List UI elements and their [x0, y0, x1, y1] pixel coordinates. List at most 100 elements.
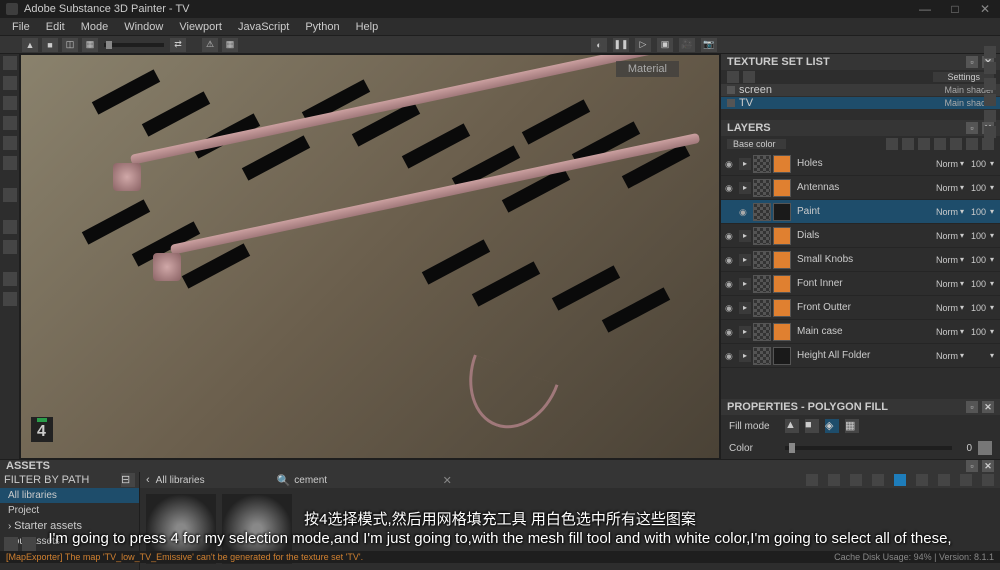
fill-triangle-icon[interactable]: ▲ [785, 419, 799, 433]
filter-texture-icon[interactable] [850, 474, 862, 486]
menu-viewport[interactable]: Viewport [171, 21, 230, 33]
filter-material-icon[interactable] [806, 474, 818, 486]
layer-thumbnail[interactable] [773, 275, 791, 293]
paint-tool-icon[interactable] [3, 56, 17, 70]
folder-icon[interactable]: ▸ [739, 350, 751, 362]
viewport-mode-label[interactable]: Material [616, 61, 679, 77]
layer-thumbnail[interactable] [773, 155, 791, 173]
filter-filter-icon[interactable] [872, 474, 884, 486]
blend-mode[interactable]: Norm [922, 327, 958, 337]
camera-icon[interactable]: 🎥 [679, 38, 695, 52]
blend-mode[interactable]: Norm [922, 303, 958, 313]
filter-procedural-icon[interactable] [938, 474, 950, 486]
blend-mode[interactable]: Norm [922, 183, 958, 193]
mask-thumbnail[interactable] [753, 347, 771, 365]
solo-icon[interactable] [727, 71, 739, 83]
visibility-icon[interactable] [725, 158, 737, 170]
layer-name[interactable]: Paint [793, 206, 922, 217]
polyfill-tool-icon[interactable] [3, 116, 17, 130]
mask-icon[interactable] [902, 138, 914, 150]
visibility-icon[interactable] [725, 278, 737, 290]
tool-mirror-icon[interactable]: ⇄ [170, 38, 186, 52]
visibility-icon[interactable] [725, 182, 737, 194]
filter-smart-icon[interactable] [828, 474, 840, 486]
add-smart-icon[interactable] [950, 138, 962, 150]
mask-thumbnail[interactable] [753, 299, 771, 317]
mask-thumbnail[interactable] [753, 251, 771, 269]
mask-thumbnail[interactable] [753, 323, 771, 341]
blend-mode[interactable]: Norm [922, 351, 958, 361]
visibility-icon[interactable] [725, 230, 737, 242]
maximize-button[interactable]: □ [940, 2, 970, 16]
mask-thumbnail[interactable] [753, 179, 771, 197]
visibility-icon[interactable] [725, 302, 737, 314]
eraser-tool-icon[interactable] [3, 76, 17, 90]
folder-icon[interactable]: ▸ [739, 254, 751, 266]
folder-icon[interactable]: ▸ [739, 230, 751, 242]
opacity-value[interactable]: 100 [966, 327, 988, 337]
layer-row[interactable]: ▸DialsNorm▾100▾ [721, 224, 1000, 248]
tree-item[interactable]: Project [0, 503, 139, 518]
layer-thumbnail[interactable] [773, 251, 791, 269]
tool-alignment-icon[interactable]: ■ [42, 38, 58, 52]
viewport-mode-icon[interactable]: ◐ [591, 38, 607, 52]
tool-projection-icon[interactable]: ▲ [22, 38, 38, 52]
color-picker-icon[interactable] [978, 441, 992, 455]
settings-tool-icon[interactable] [3, 292, 17, 306]
delete-layer-icon[interactable] [982, 138, 994, 150]
tool-grid-icon[interactable]: ▦ [222, 38, 238, 52]
menu-file[interactable]: File [4, 21, 38, 33]
docked-panel-icon[interactable] [984, 110, 996, 122]
opacity-value[interactable]: 100 [966, 303, 988, 313]
viewport-3d[interactable]: Material 4 [20, 54, 720, 459]
close-panel-icon[interactable]: ✕ [982, 460, 994, 472]
layer-thumbnail[interactable] [773, 179, 791, 197]
fill-uv-icon[interactable]: ▦ [845, 419, 859, 433]
opacity-value[interactable]: 100 [966, 159, 988, 169]
blend-mode[interactable]: Norm [922, 231, 958, 241]
menu-edit[interactable]: Edit [38, 21, 73, 33]
filter-alpha-icon[interactable] [916, 474, 928, 486]
layer-row[interactable]: ▸Small KnobsNorm▾100▾ [721, 248, 1000, 272]
search-input[interactable] [294, 475, 414, 486]
close-button[interactable]: ✕ [970, 2, 1000, 16]
opacity-value[interactable]: 100 [966, 183, 988, 193]
size-slider[interactable] [104, 43, 164, 47]
folder-icon[interactable]: ▸ [739, 278, 751, 290]
visibility-icon[interactable] [725, 254, 737, 266]
blend-mode[interactable]: Norm [922, 207, 958, 217]
clone-tool-icon[interactable] [3, 156, 17, 170]
channel-dropdown[interactable]: Base color [727, 139, 786, 149]
layer-thumbnail[interactable] [773, 203, 791, 221]
tool-size-icon[interactable]: ▦ [82, 38, 98, 52]
render-icon[interactable]: ▷ [635, 38, 651, 52]
smudge-tool-icon[interactable] [3, 136, 17, 150]
undock-icon[interactable]: ▫ [966, 460, 978, 472]
undock-icon[interactable]: ▫ [966, 401, 978, 413]
mask-thumbnail[interactable] [753, 275, 771, 293]
color-slider[interactable] [785, 446, 952, 450]
menu-mode[interactable]: Mode [73, 21, 117, 33]
visibility-icon[interactable] [739, 206, 751, 218]
projection-tool-icon[interactable] [3, 96, 17, 110]
pick-tool-icon[interactable] [3, 272, 17, 286]
mask-thumbnail[interactable] [753, 155, 771, 173]
fill-mesh-icon[interactable]: ◈ [825, 419, 839, 433]
tool-symmetry-icon[interactable]: ◫ [62, 38, 78, 52]
blend-mode[interactable]: Norm [922, 279, 958, 289]
layer-name[interactable]: Font Inner [793, 278, 922, 289]
tree-item[interactable]: All libraries [0, 488, 139, 503]
tree-item[interactable]: › Starter assets [0, 518, 139, 534]
layer-row[interactable]: ▸Height All FolderNorm▾▾ [721, 344, 1000, 368]
blend-mode[interactable]: Norm [922, 255, 958, 265]
layer-row[interactable]: ▸AntennasNorm▾100▾ [721, 176, 1000, 200]
layer-name[interactable]: Main case [793, 326, 922, 337]
add-fill-icon[interactable] [918, 138, 930, 150]
add-folder-icon[interactable] [966, 138, 978, 150]
layer-name[interactable]: Height All Folder [793, 350, 922, 361]
layer-row[interactable]: PaintNorm▾100▾ [721, 200, 1000, 224]
opacity-value[interactable]: 100 [966, 255, 988, 265]
clear-search-icon[interactable]: ✕ [443, 474, 452, 487]
layer-name[interactable]: Holes [793, 158, 922, 169]
fill-square-icon[interactable]: ■ [805, 419, 819, 433]
